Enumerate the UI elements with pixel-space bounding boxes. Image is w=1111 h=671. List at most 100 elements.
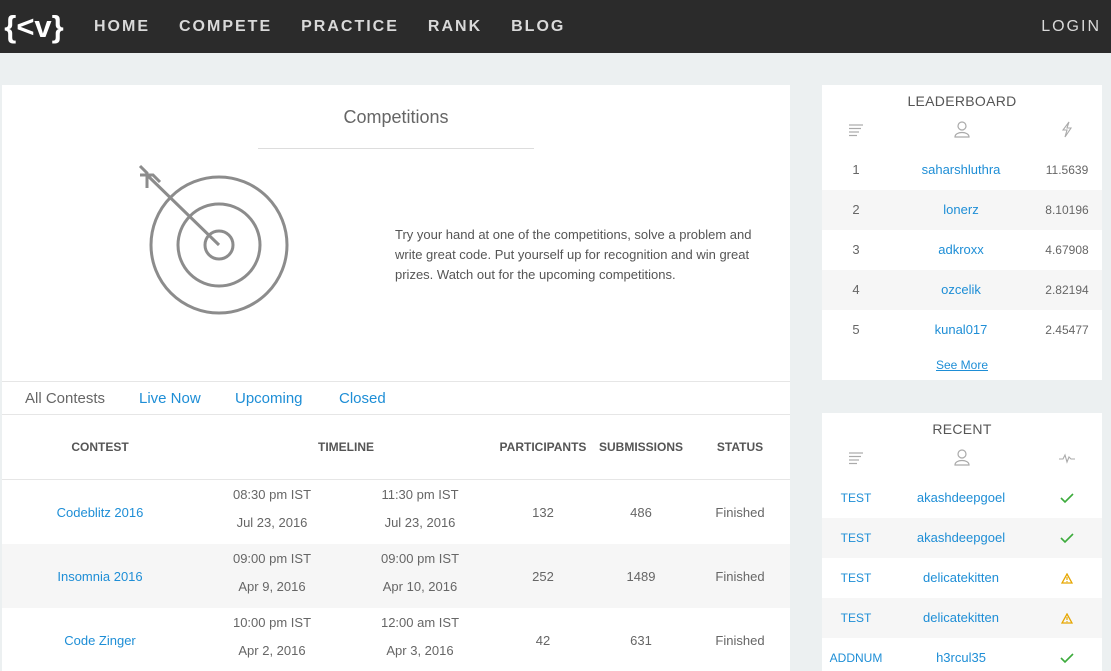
warning-icon (1032, 598, 1102, 638)
end-time: 09:00 pm IST (380, 551, 460, 566)
leaderboard-row: 5 kunal017 2.45477 (822, 310, 1102, 350)
tab-live-now[interactable]: Live Now (139, 390, 235, 407)
login-link[interactable]: LOGIN (1041, 0, 1101, 53)
contest-start: 09:00 pm IST Apr 9, 2016 (198, 544, 346, 608)
contest-name-link[interactable]: Code Zinger (2, 608, 198, 671)
submissions-count: 631 (630, 632, 652, 648)
problem-code-link[interactable]: TEST (822, 518, 890, 558)
accepted-check-icon (1032, 478, 1102, 518)
problem-code-link[interactable]: TEST (822, 558, 890, 598)
nav-practice[interactable]: PRACTICE (301, 0, 399, 53)
recent-row: TEST akashdeepgoel (822, 478, 1102, 518)
rank-number: 5 (852, 322, 860, 337)
accepted-check-icon (1032, 638, 1102, 671)
recent-title: RECENT (932, 421, 992, 437)
leaderboard-score: 2.45477 (1045, 323, 1089, 337)
end-date: Apr 10, 2016 (382, 579, 458, 594)
participants-count: 42 (535, 632, 551, 648)
recent-row: TEST delicatekitten (822, 598, 1102, 638)
leaderboard-row: 2 lonerz 8.10196 (822, 190, 1102, 230)
end-time: 12:00 am IST (380, 615, 460, 630)
main-nav: HOME COMPETE PRACTICE RANK BLOG (94, 0, 594, 53)
site-logo[interactable]: {<v} (2, 10, 66, 44)
recent-row: ADDNUM h3rcul35 (822, 638, 1102, 671)
target-arrow-icon (138, 164, 289, 315)
recent-row: TEST akashdeepgoel (822, 518, 1102, 558)
rank-list-icon (849, 124, 863, 137)
end-date: Jul 23, 2016 (384, 515, 456, 530)
leaderboard-user-link[interactable]: kunal017 (890, 310, 1032, 350)
leaderboard-user-link[interactable]: adkroxx (890, 230, 1032, 270)
leaderboard-score: 2.82194 (1045, 283, 1089, 297)
table-row: Code Zinger 10:00 pm IST Apr 2, 2016 12:… (2, 608, 790, 671)
contest-start: 10:00 pm IST Apr 2, 2016 (198, 608, 346, 671)
contest-start: 08:30 pm IST Jul 23, 2016 (198, 480, 346, 544)
nav-home[interactable]: HOME (94, 0, 150, 53)
intro-text: Try your hand at one of the competitions… (395, 227, 752, 282)
contest-status: Finished (715, 568, 765, 584)
leaderboard-score: 4.67908 (1045, 243, 1089, 257)
problem-list-icon (849, 452, 863, 465)
accepted-check-icon (1032, 518, 1102, 558)
col-submissions: SUBMISSIONS (598, 440, 683, 454)
lightning-bolt-icon (1061, 121, 1073, 138)
contest-tabs: All Contests Live Now Upcoming Closed (2, 381, 790, 415)
nav-compete[interactable]: COMPETE (179, 0, 272, 53)
competitions-card: Competitions Try your hand at one of the… (2, 85, 790, 671)
tab-all-contests[interactable]: All Contests (25, 390, 139, 407)
recent-user-link[interactable]: h3rcul35 (890, 638, 1032, 671)
contest-status: Finished (715, 504, 765, 520)
recent-user-link[interactable]: akashdeepgoel (890, 518, 1032, 558)
recent-card: RECENT TEST akashdeepgoel TEST akashdeep… (822, 413, 1102, 671)
col-status: STATUS (716, 440, 764, 454)
nav-blog[interactable]: BLOG (511, 0, 565, 53)
recent-user-link[interactable]: delicatekitten (890, 598, 1032, 638)
nav-rank[interactable]: RANK (428, 0, 482, 53)
recent-user-link[interactable]: akashdeepgoel (890, 478, 1032, 518)
problem-code-link[interactable]: TEST (822, 478, 890, 518)
tab-upcoming[interactable]: Upcoming (235, 390, 339, 407)
start-date: Apr 9, 2016 (238, 579, 306, 594)
col-participants: PARTICIPANTS (499, 440, 587, 454)
title-divider (258, 148, 534, 149)
leaderboard-card: LEADERBOARD 1 saharshluthra 11.5639 2 lo… (822, 85, 1102, 380)
tab-closed[interactable]: Closed (339, 390, 386, 407)
submissions-count: 1489 (626, 568, 656, 584)
leaderboard-row: 4 ozcelik 2.82194 (822, 270, 1102, 310)
rank-number: 1 (852, 162, 860, 177)
see-more-link[interactable]: See More (822, 350, 1102, 380)
leaderboard-title: LEADERBOARD (907, 93, 1017, 109)
pulse-icon (1059, 453, 1075, 464)
leaderboard-score: 11.5639 (1045, 163, 1089, 177)
user-icon (954, 121, 970, 138)
problem-code-link[interactable]: TEST (822, 598, 890, 638)
leaderboard-user-link[interactable]: ozcelik (890, 270, 1032, 310)
start-time: 08:30 pm IST (232, 487, 312, 502)
end-time: 11:30 pm IST (381, 487, 459, 502)
contest-status: Finished (715, 632, 765, 648)
contest-name-link[interactable]: Codeblitz 2016 (2, 480, 198, 544)
participants-count: 132 (532, 504, 554, 520)
recent-row: TEST delicatekitten (822, 558, 1102, 598)
leaderboard-row: 1 saharshluthra 11.5639 (822, 150, 1102, 190)
start-time: 09:00 pm IST (232, 551, 312, 566)
contest-end: 09:00 pm IST Apr 10, 2016 (346, 544, 494, 608)
leaderboard-user-link[interactable]: lonerz (890, 190, 1032, 230)
start-time: 10:00 pm IST (232, 615, 312, 630)
end-date: Apr 3, 2016 (386, 643, 454, 658)
start-date: Apr 2, 2016 (238, 643, 306, 658)
submissions-count: 486 (630, 504, 652, 520)
contest-table-header: CONTEST TIMELINE PARTICIPANTS SUBMISSION… (2, 415, 790, 480)
problem-code-link[interactable]: ADDNUM (822, 638, 890, 671)
table-row: Codeblitz 2016 08:30 pm IST Jul 23, 2016… (2, 480, 790, 544)
navbar: {<v} HOME COMPETE PRACTICE RANK BLOG LOG… (0, 0, 1111, 53)
col-timeline: TIMELINE (318, 440, 374, 454)
leaderboard-user-link[interactable]: saharshluthra (890, 150, 1032, 190)
contest-name-link[interactable]: Insomnia 2016 (2, 544, 198, 608)
recent-user-link[interactable]: delicatekitten (890, 558, 1032, 598)
user-icon (954, 449, 970, 466)
contest-end: 12:00 am IST Apr 3, 2016 (346, 608, 494, 671)
svg-text:{<v}: {<v} (4, 10, 63, 44)
page-title: Competitions (343, 107, 449, 127)
col-contest: CONTEST (71, 440, 129, 454)
